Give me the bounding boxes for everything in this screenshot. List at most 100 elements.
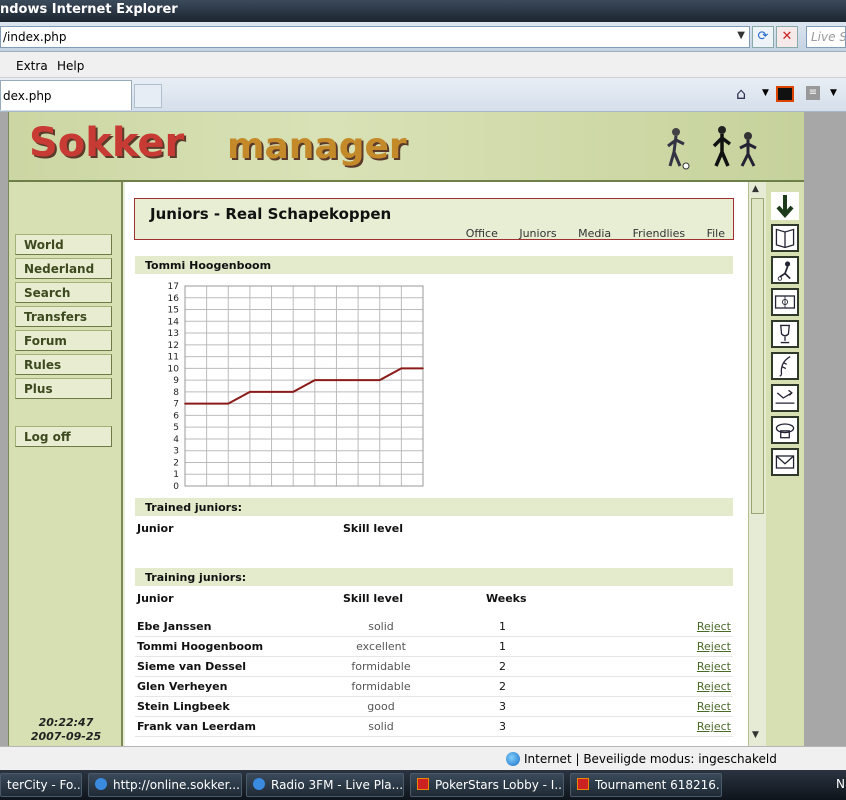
pokerstars-icon [577, 778, 589, 790]
y-tick-label: 10 [168, 364, 180, 374]
taskbar-item-tournament[interactable]: Tournament 618216... [570, 773, 722, 797]
feed-icon[interactable]: ≡ [806, 86, 820, 100]
reject-link[interactable]: Reject [697, 700, 731, 713]
tactics-icon[interactable] [771, 384, 799, 412]
home-icon[interactable]: ⌂ [736, 84, 746, 103]
skill-point [400, 367, 403, 370]
scroll-up-icon[interactable]: ▲ [752, 184, 759, 194]
content-scrollbar[interactable]: ▲ ▼ [748, 182, 766, 746]
status-bar: Internet | Beveiligde modus: ingeschakel… [0, 746, 846, 770]
skill-point [378, 379, 381, 381]
junior-name: Frank van Leerdam [137, 720, 257, 733]
player-icon[interactable] [771, 256, 799, 284]
y-tick-label: 5 [173, 423, 179, 433]
table-row: Sieme van Dessel formidable 2 Reject [135, 657, 733, 677]
junior-weeks: 3 [499, 720, 506, 733]
feather-icon[interactable] [771, 352, 799, 380]
training-col-skill: Skill level [343, 592, 404, 605]
y-tick-label: 6 [173, 411, 179, 421]
nav-forum[interactable]: Forum [15, 330, 112, 351]
logoff-button[interactable]: Log off [15, 426, 112, 447]
search-input[interactable]: Live Se [806, 26, 846, 48]
training-header-label: Training juniors: [145, 571, 247, 584]
pokerstars-icon [417, 778, 429, 790]
y-tick-label: 3 [173, 447, 179, 457]
skill-chart: 0 1 2 3 4 5 6 7 8 9 10 11 12 13 14 15 16 17 [135, 276, 435, 494]
reject-link[interactable]: Reject [697, 620, 731, 633]
table-row: Tommi Hoogenboom excellent 1 Reject [135, 637, 733, 657]
y-tick-label: 9 [173, 376, 179, 386]
arrow-down-icon[interactable] [771, 192, 799, 220]
nav-search[interactable]: Search [15, 282, 112, 303]
skill-point [184, 402, 186, 405]
tab-file[interactable]: File [707, 227, 725, 240]
menu-help[interactable]: Help [57, 59, 84, 73]
taskbar-item-intercity[interactable]: terCity - Fo... [0, 773, 82, 797]
nav-transfers[interactable]: Transfers [15, 306, 112, 327]
nav-rules[interactable]: Rules [15, 354, 112, 375]
tab-media[interactable]: Media [578, 227, 611, 240]
nav-plus[interactable]: Plus [15, 378, 112, 399]
reject-link[interactable]: Reject [697, 720, 731, 733]
notebook-icon[interactable] [771, 224, 799, 252]
server-clock: 20:22:47 2007-09-25 [9, 716, 123, 744]
taskbar-item-label: PokerStars Lobby - I... [435, 778, 564, 792]
taskbar-item-label: Radio 3FM - Live Pla... [271, 778, 404, 792]
trained-col-junior: Junior [137, 522, 174, 535]
address-bar: /index.php ▼ ⟳ ✕ Live Se [0, 22, 846, 52]
mail-icon[interactable] [771, 448, 799, 476]
junior-weeks: 1 [499, 640, 506, 653]
taskbar-item-label: Tournament 618216... [595, 778, 722, 792]
feed-dropdown-icon[interactable]: ▼ [830, 88, 837, 98]
scroll-down-icon[interactable]: ▼ [752, 730, 759, 740]
browser-tab-active[interactable]: dex.php [0, 80, 132, 110]
refresh-button[interactable]: ⟳ [752, 26, 774, 48]
training-col-weeks: Weeks [486, 592, 527, 605]
taskbar-item-pokerstars-lobby[interactable]: PokerStars Lobby - I... [410, 773, 564, 797]
junior-skill: solid [368, 620, 394, 633]
junior-skill: solid [368, 720, 394, 733]
pitch-icon[interactable] [771, 288, 799, 316]
menu-extra[interactable]: Extra [16, 59, 48, 73]
logo-sokker: Sokker [29, 120, 185, 166]
trained-section-header: Trained juniors: [135, 498, 733, 516]
site-header: Sokker manager [9, 112, 804, 182]
training-section-header: Training juniors: [135, 568, 733, 586]
home-dropdown-icon[interactable]: ▼ [762, 88, 769, 98]
sub-navigation: Office Juniors Media Friendlies File [448, 227, 725, 240]
tab-office[interactable]: Office [466, 227, 498, 240]
skill-point [314, 379, 316, 381]
taskbar-item-label: http://online.sokker.... [113, 778, 242, 792]
new-tab-button[interactable] [134, 84, 162, 108]
stop-button[interactable]: ✕ [776, 26, 798, 48]
trophy-icon[interactable] [771, 320, 799, 348]
reject-link[interactable]: Reject [697, 640, 731, 653]
y-tick-label: 2 [173, 458, 179, 468]
y-tick-label: 0 [173, 482, 179, 492]
browser-tab-title: dex.php [3, 89, 52, 103]
junior-name: Ebe Janssen [137, 620, 212, 633]
tab-friendlies[interactable]: Friendlies [633, 227, 685, 240]
nav-nederland[interactable]: Nederland [15, 258, 112, 279]
nav-world[interactable]: World [15, 234, 112, 255]
reject-link[interactable]: Reject [697, 680, 731, 693]
training-col-junior: Junior [137, 592, 174, 605]
left-sidebar: World Nederland Search Transfers Forum R… [9, 182, 123, 746]
junior-skill: good [367, 700, 395, 713]
y-tick-label: 7 [173, 400, 179, 410]
scroll-thumb[interactable] [751, 198, 764, 514]
tab-juniors[interactable]: Juniors [519, 227, 556, 240]
address-dropdown-icon[interactable]: ▼ [737, 30, 745, 41]
window-titlebar: ndows Internet Explorer [0, 0, 846, 22]
junior-weeks: 1 [499, 620, 506, 633]
taskbar-item-radio3fm[interactable]: Radio 3FM - Live Pla... [246, 773, 404, 797]
junior-name: Glen Verheyen [137, 680, 228, 693]
reject-link[interactable]: Reject [697, 660, 731, 673]
address-input[interactable]: /index.php ▼ [0, 26, 750, 48]
phone-icon[interactable] [771, 416, 799, 444]
skill-point [270, 391, 273, 393]
print-icon[interactable] [776, 86, 794, 102]
junior-skill: excellent [356, 640, 406, 653]
menu-bar: Extra Help [0, 52, 846, 78]
taskbar-item-sokker[interactable]: http://online.sokker.... [88, 773, 242, 797]
